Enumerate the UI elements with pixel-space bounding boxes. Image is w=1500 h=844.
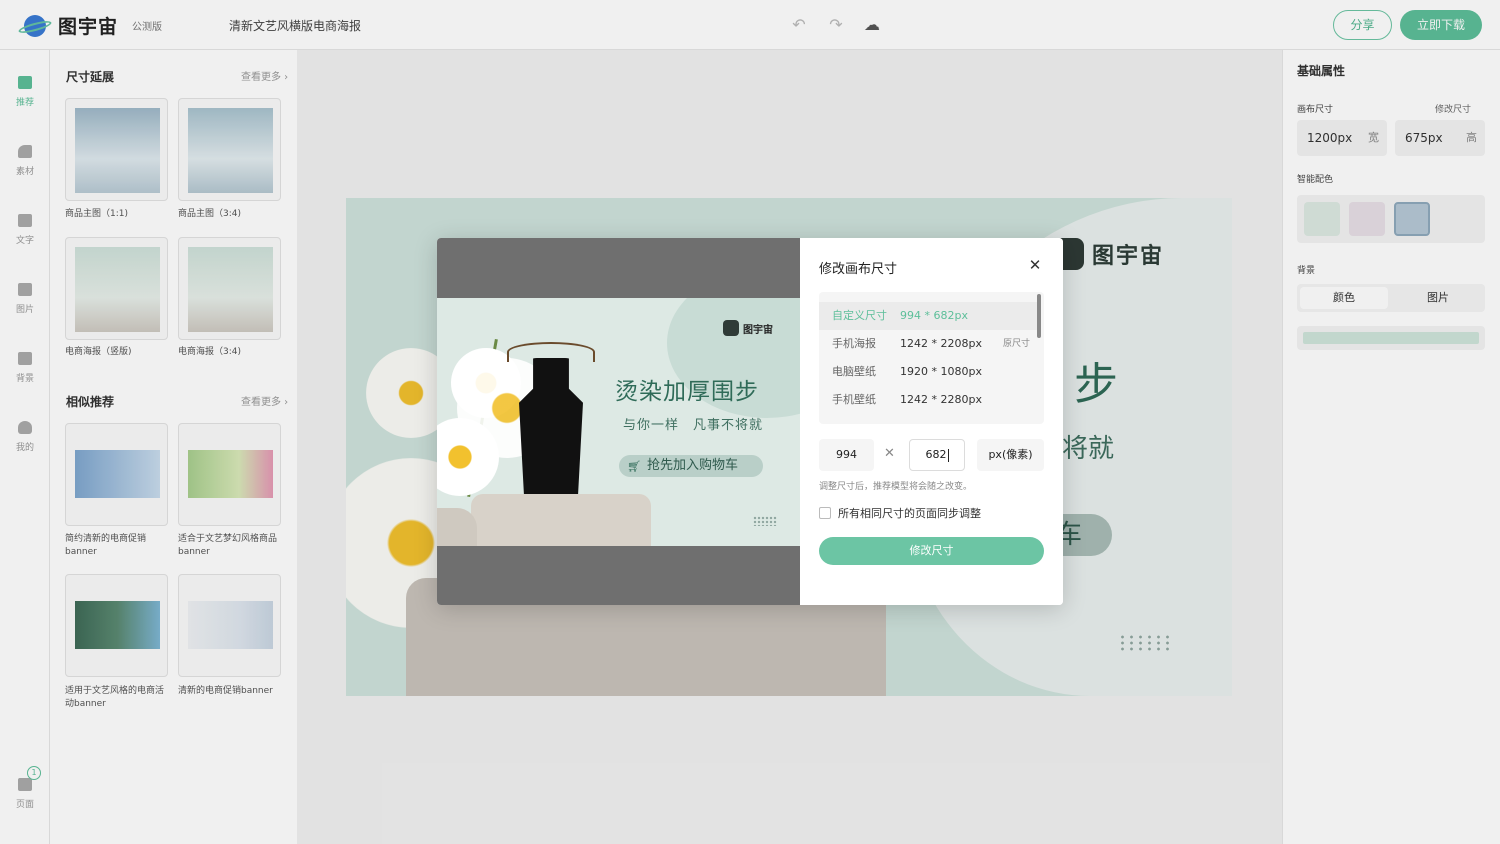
stone-pedestal-image [471,494,651,546]
brand-mark-icon [723,320,739,336]
unit-select[interactable]: px(像素) [977,439,1044,471]
preview-subtitle: 与你一样 凡事不将就 [623,418,764,433]
preset-size-list: 自定义尺寸 994 * 682px 手机海报 1242 * 2208px 原尺寸… [819,292,1044,424]
dialog-title: 修改画布尺寸 [819,262,898,277]
list-scrollbar[interactable] [1037,294,1041,338]
times-icon: ✕ [884,446,895,461]
stone-image [437,508,477,546]
preset-size-desktop-wallpaper[interactable]: 电脑壁纸 1920 * 1080px [819,358,1037,386]
sync-pages-checkbox[interactable] [819,507,831,519]
preview-logo: 图宇宙 [723,320,773,336]
width-input[interactable]: 994 [819,439,874,471]
preview-logo-text: 图宇宙 [743,324,773,336]
resize-hint: 调整尺寸后，推荐模型将会随之改变。 [819,482,973,492]
resize-canvas-dialog: 图宇宙 烫染加厚围步 与你一样 凡事不将就 抢先加入购物车 🛒︎ 修改画布尺寸 … [437,238,1063,605]
preset-size-custom[interactable]: 自定义尺寸 994 * 682px [819,302,1037,330]
confirm-resize-button[interactable]: 修改尺寸 [819,537,1044,565]
preview-area: 图宇宙 烫染加厚围步 与你一样 凡事不将就 抢先加入购物车 🛒︎ [437,238,800,605]
close-icon[interactable]: ✕ [1028,258,1042,273]
design-preview: 图宇宙 烫染加厚围步 与你一样 凡事不将就 抢先加入购物车 🛒︎ [437,298,800,546]
preset-size-phone-wallpaper[interactable]: 手机壁纸 1242 * 2280px [819,386,1037,414]
resize-form: 修改画布尺寸 ✕ 自定义尺寸 994 * 682px 手机海报 1242 * 2… [800,238,1063,605]
cart-icon: 🛒︎ [627,460,641,473]
dot-pattern [753,516,777,526]
preset-size-phone-poster[interactable]: 手机海报 1242 * 2208px 原尺寸 [819,330,1037,358]
sync-pages-label: 所有相同尺寸的页面同步调整 [838,507,981,520]
preview-headline: 烫染加厚围步 [615,379,759,405]
sync-pages-option[interactable]: 所有相同尺寸的页面同步调整 [819,505,981,521]
height-input[interactable]: 682 [909,439,965,471]
